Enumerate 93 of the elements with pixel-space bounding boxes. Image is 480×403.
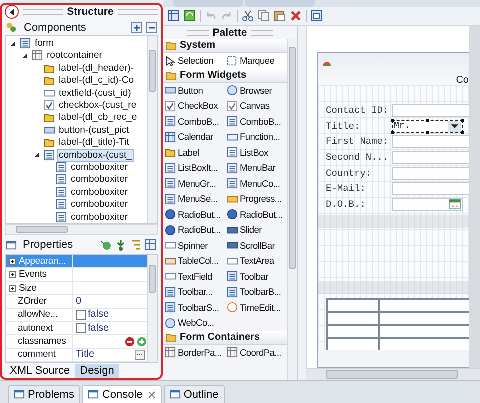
palette-item[interactable]: Calendar [163, 130, 225, 145]
view-tab[interactable]: Console [82, 385, 162, 403]
property-name: ZOrder [18, 296, 47, 307]
view-tab[interactable]: XML Source [5, 364, 76, 378]
palette-group[interactable]: Form Widgets [163, 69, 287, 83]
palette-item[interactable]: WebCo... [163, 316, 225, 331]
palette-item[interactable]: Button [163, 83, 225, 98]
property-name: Size [19, 282, 37, 294]
palette-item[interactable]: TimeEdit... [225, 300, 287, 316]
view-tab[interactable]: Outline [164, 385, 225, 403]
palette-item[interactable]: BorderPa... [163, 345, 225, 360]
tree-item[interactable]: label-(dl_title)-Tit [58, 137, 130, 148]
tree-item[interactable]: comboboxiter [70, 199, 130, 210]
palette-item[interactable]: Toolbar... [163, 284, 225, 300]
property-row[interactable]: allowNe... false [6, 308, 147, 322]
palette-item[interactable]: ComboB... [225, 114, 287, 130]
palette-item[interactable]: Spinner [163, 238, 225, 254]
palette-item[interactable]: RadioBut... [163, 222, 225, 238]
group-title: Form Widgets [180, 70, 247, 81]
view-tab[interactable]: Problems [8, 385, 80, 403]
property-row[interactable]: comment Title [6, 348, 147, 362]
tree-item[interactable]: form [34, 38, 55, 50]
property-name: Events [19, 269, 47, 280]
palette-item[interactable]: Marquee [225, 53, 287, 69]
palette-item[interactable]: RadioBut... [225, 207, 287, 222]
property-name: Appearan... [19, 256, 66, 267]
field-label: First Name: [326, 136, 390, 148]
tree-item[interactable]: checkbox-(cust_re [58, 100, 138, 112]
input-field[interactable]: Mr. [392, 120, 463, 133]
palette-item[interactable]: ListBoxIt... [163, 160, 225, 176]
palette-item[interactable]: RadioBut... [163, 207, 225, 222]
tree-item[interactable]: combobox-(cust_ [58, 150, 133, 161]
palette-item[interactable]: ComboB... [163, 114, 225, 130]
field-label: Country: [326, 168, 373, 179]
tree-item[interactable]: button-(cust_pict [58, 124, 130, 136]
palette-item[interactable]: ToolbarS... [163, 300, 225, 316]
tree-item[interactable]: comboboxiter [70, 162, 130, 173]
palette-item[interactable]: Function... [225, 130, 287, 145]
property-row[interactable]: ZOrder 0 [6, 295, 147, 309]
property-name: autonext [18, 322, 53, 334]
palette-item[interactable]: Canvas [225, 98, 287, 114]
palette-item[interactable]: ListBox [225, 145, 287, 160]
tree-item[interactable]: comboboxiter [70, 174, 130, 186]
tree-item[interactable]: label-(dl_c_id)-Co [58, 75, 135, 86]
palette-item[interactable]: Toolbar [225, 269, 287, 284]
form-title: Co [456, 75, 469, 86]
view-tab[interactable]: Design [75, 364, 120, 378]
palette-item[interactable]: Selection [163, 53, 225, 69]
palette-item[interactable]: TextArea [225, 254, 287, 269]
tree-item[interactable]: textfield-(cust_id) [58, 88, 132, 99]
tree-item[interactable]: comboboxiter [70, 212, 130, 223]
tree-item[interactable]: rootcontainer [46, 50, 104, 62]
palette-item[interactable]: TableCol... [163, 254, 225, 269]
tree-item[interactable]: label-(dl_cb_rec_e [58, 112, 138, 124]
palette-item[interactable]: MenuCo... [225, 176, 287, 192]
palette-item[interactable]: TextField [163, 269, 225, 284]
group-title: Form Containers [180, 332, 260, 343]
tree-item[interactable]: comboboxiter [70, 186, 130, 198]
section-title: Properties [23, 239, 74, 252]
property-row[interactable]: classnames [6, 335, 147, 349]
palette-item[interactable]: ScrollBar [225, 238, 287, 254]
field-label: Contact ID: [326, 105, 390, 116]
palette-item[interactable]: Progress... [225, 192, 287, 207]
property-value: 0 [76, 296, 82, 307]
property-name: classnames [18, 336, 66, 348]
palette-item[interactable]: MenuSe... [163, 192, 225, 207]
property-value: false [88, 309, 110, 320]
field-label: E-Mail: [326, 183, 367, 194]
palette-item[interactable]: Browser [225, 83, 287, 98]
property-row[interactable]: autonext false [6, 322, 147, 336]
property-value: Title [76, 349, 95, 360]
palette-item[interactable]: ToolbarB... [225, 284, 287, 300]
property-row[interactable]: Size [6, 282, 147, 296]
panel-title: Palette [212, 26, 248, 38]
field-label: Title: [326, 120, 362, 132]
field-label: D.O.B.: [326, 198, 367, 210]
section-title: Components [24, 22, 88, 34]
group-title: System [180, 40, 216, 51]
tree-item[interactable]: label-(dl_header)- [58, 62, 135, 74]
palette-item[interactable]: MenuBar [225, 160, 287, 176]
property-name: allowNe... [18, 309, 58, 320]
palette-group[interactable]: Form Containers [163, 331, 287, 345]
palette-item[interactable]: CheckBox [163, 98, 225, 114]
palette-item[interactable]: MenuGr... [163, 176, 225, 192]
property-name: comment [18, 349, 56, 360]
palette-item[interactable]: Slider [225, 222, 287, 238]
palette-item[interactable]: CoordPa... [225, 345, 287, 360]
property-row[interactable]: Events [6, 268, 147, 282]
palette-group[interactable]: System [163, 39, 287, 53]
field-label: Second N... [326, 152, 390, 164]
property-value: false [88, 322, 110, 334]
palette-item[interactable]: Label [163, 145, 225, 160]
panel-title: Structure [67, 6, 114, 18]
